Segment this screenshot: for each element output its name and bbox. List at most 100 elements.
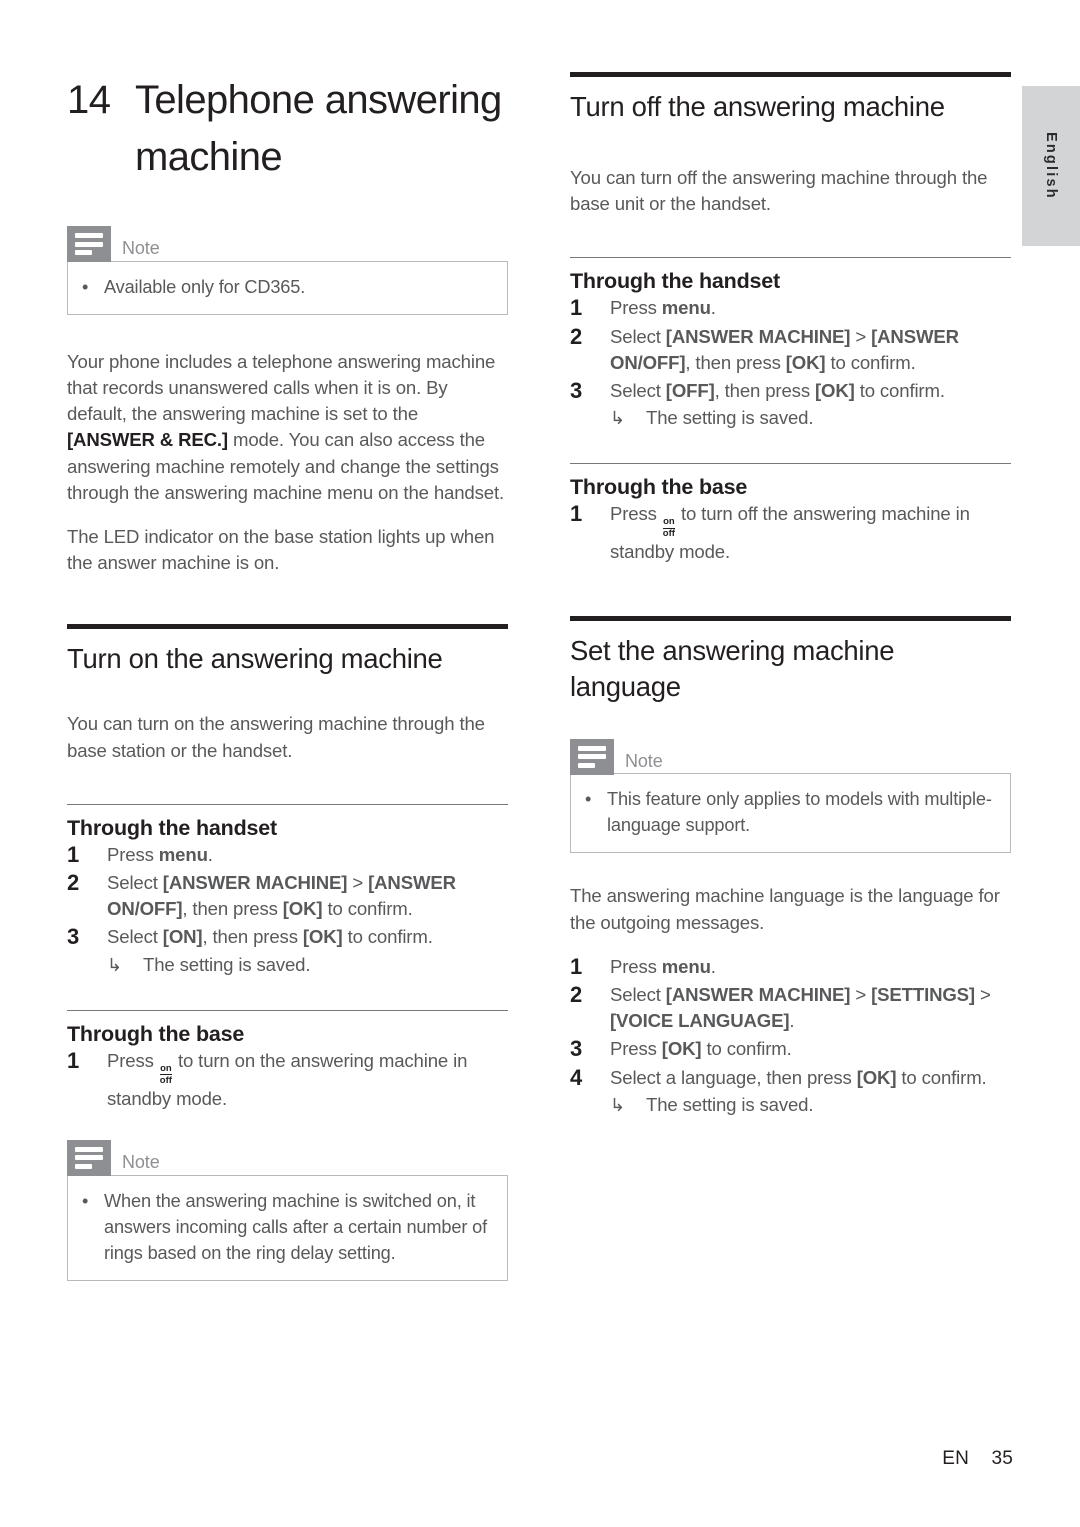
note-list: • Available only for CD365. bbox=[82, 274, 493, 300]
set-language-intro: The answering machine language is the la… bbox=[570, 885, 1000, 933]
voice-language-menu-label: [VOICE LANGUAGE] bbox=[610, 1010, 790, 1032]
on-off-key-bottom: off bbox=[662, 528, 675, 540]
step-pre: Select a language, then press bbox=[610, 1066, 857, 1088]
step-pre: Select bbox=[107, 926, 163, 948]
list-item: 2 Select [ANSWER MACHINE] > [SETTINGS] >… bbox=[570, 982, 1011, 1034]
step-pre: Select bbox=[107, 871, 163, 893]
note-header: Note bbox=[67, 226, 508, 262]
step-post: . bbox=[710, 955, 716, 977]
menu-key-label: menu bbox=[661, 297, 711, 319]
step-text: Press menu. bbox=[610, 295, 1011, 321]
note-body: • This feature only applies to models wi… bbox=[570, 773, 1011, 854]
result-text: The setting is saved. bbox=[143, 953, 311, 975]
section-heading-set-language: Set the answering machine language bbox=[570, 634, 895, 702]
intro-paragraph-1: Your phone includes a telephone answerin… bbox=[67, 349, 508, 506]
step-number: 3 bbox=[570, 1036, 583, 1062]
step-text: Press menu. bbox=[107, 842, 508, 868]
result-text: The setting is saved. bbox=[646, 407, 814, 429]
list-item: 2 Select [ANSWER MACHINE] > [ANSWER ON/O… bbox=[570, 324, 1011, 376]
step-tail: to confirm. bbox=[896, 1066, 987, 1088]
step-pre: Press bbox=[107, 1049, 159, 1071]
chapter-number: 14 bbox=[67, 78, 111, 122]
step-post: . bbox=[207, 843, 213, 865]
section-heading-turn-off: Turn off the answering machine bbox=[570, 91, 945, 122]
bullet-icon: • bbox=[82, 276, 89, 297]
note-label: Note bbox=[122, 238, 160, 258]
list-item: • Available only for CD365. bbox=[82, 274, 493, 300]
note-list: • This feature only applies to models wi… bbox=[585, 786, 996, 838]
list-item: • This feature only applies to models wi… bbox=[585, 786, 996, 838]
step-text: Press on off to turn on the answering mac… bbox=[107, 1048, 508, 1112]
subsection-heading-handset: Through the handset bbox=[67, 815, 277, 840]
subsection-turn-off-base: Through the base bbox=[570, 463, 1011, 501]
subsection-turn-off-handset: Through the handset bbox=[570, 257, 1011, 295]
turn-on-handset-steps: 1 Press menu. 2 Select [ANSWER MACHINE] … bbox=[67, 842, 508, 978]
answer-machine-menu-label: [ANSWER MACHINE] bbox=[665, 983, 851, 1005]
turn-off-intro: You can turn off the answering machine t… bbox=[570, 167, 988, 215]
settings-menu-label: [SETTINGS] bbox=[871, 983, 975, 1005]
on-off-key-top: on bbox=[160, 1062, 172, 1076]
answer-rec-mode-label: [ANSWER & REC.] bbox=[67, 429, 228, 451]
result-arrow-icon: ↳ bbox=[107, 954, 122, 975]
step-tail: to confirm. bbox=[322, 898, 413, 920]
step-number: 1 bbox=[570, 295, 583, 321]
step-result: ↳ The setting is saved. bbox=[610, 1092, 1011, 1118]
note-label: Note bbox=[122, 1151, 160, 1172]
step-number: 2 bbox=[570, 981, 583, 1007]
section-heading-turn-on: Turn on the answering machine bbox=[67, 643, 443, 675]
step-number: 2 bbox=[570, 323, 583, 349]
list-item: 3 Select [ON], then press [OK] to confir… bbox=[67, 924, 508, 977]
answer-machine-menu-label: [ANSWER MACHINE] bbox=[162, 871, 348, 893]
ok-key-label: [OK] bbox=[302, 926, 343, 948]
step-result: ↳ The setting is saved. bbox=[107, 952, 508, 978]
on-off-key-icon: on off bbox=[663, 517, 675, 539]
step-mid: > bbox=[850, 325, 872, 347]
on-off-key-icon: on off bbox=[160, 1062, 172, 1086]
answer-machine-menu-label: [ANSWER MACHINE] bbox=[665, 325, 851, 347]
note-box-turn-on: Note • When the answering machine is swi… bbox=[67, 1139, 508, 1281]
ok-key-label: [OK] bbox=[814, 380, 855, 402]
step-number: 1 bbox=[570, 501, 583, 527]
list-item: 1 Press menu. bbox=[67, 842, 508, 868]
step-number: 3 bbox=[67, 924, 80, 950]
step-number: 4 bbox=[570, 1064, 583, 1090]
note-box-language: Note • This feature only applies to mode… bbox=[570, 738, 1011, 854]
manual-page: English 14 Telephone answering machine N… bbox=[0, 0, 1080, 1527]
step-mid: > bbox=[850, 983, 872, 1005]
step-text: Select [OFF], then press [OK] to confirm… bbox=[610, 378, 1011, 431]
list-item: 2 Select [ANSWER MACHINE] > [ANSWER ON/O… bbox=[67, 870, 508, 922]
step-post: . bbox=[710, 297, 716, 319]
set-language-steps: 1 Press menu. 2 Select [ANSWER MACHINE] … bbox=[570, 954, 1011, 1118]
step-tail: to confirm. bbox=[825, 351, 916, 373]
step-text: Select [ANSWER MACHINE] > [ANSWER ON/OFF… bbox=[107, 870, 508, 922]
ok-key-label: [OK] bbox=[282, 898, 323, 920]
ok-key-label: [OK] bbox=[661, 1038, 702, 1060]
language-tab: English bbox=[1022, 86, 1080, 246]
step-post: , then press bbox=[714, 380, 815, 402]
note-list: • When the answering machine is switched… bbox=[82, 1188, 493, 1266]
list-item: 4 Select a language, then press [OK] to … bbox=[570, 1065, 1011, 1118]
page-number: 35 bbox=[991, 1448, 1013, 1469]
result-arrow-icon: ↳ bbox=[610, 1094, 625, 1115]
bullet-icon: • bbox=[82, 1190, 89, 1211]
step-result: ↳ The setting is saved. bbox=[610, 405, 1011, 431]
section-turn-on: Turn on the answering machine bbox=[67, 624, 508, 677]
subsection-turn-on-handset: Through the handset bbox=[67, 803, 508, 842]
step-text: Press on off to turn off the answering ma… bbox=[610, 501, 1011, 565]
list-item: 3 Select [OFF], then press [OK] to confi… bbox=[570, 378, 1011, 431]
left-column: 14 Telephone answering machine Note • Av… bbox=[67, 0, 508, 1281]
ok-key-label: [OK] bbox=[785, 351, 826, 373]
turn-off-base-steps: 1 Press on off to turn off the answering … bbox=[570, 501, 1011, 565]
off-option-label: [OFF] bbox=[665, 380, 715, 402]
list-item: 1 Press menu. bbox=[570, 295, 1011, 321]
page-title: Telephone answering machine bbox=[135, 78, 502, 179]
step-tail: to confirm. bbox=[342, 926, 433, 948]
turn-off-handset-steps: 1 Press menu. 2 Select [ANSWER MACHINE] … bbox=[570, 295, 1011, 431]
note-icon bbox=[67, 226, 111, 262]
chapter-title-block: 14 Telephone answering machine bbox=[67, 0, 508, 186]
note-header: Note bbox=[570, 738, 1011, 775]
step-post: , then press bbox=[685, 351, 786, 373]
section-set-language: Set the answering machine language bbox=[570, 615, 1011, 705]
step-pre: Press bbox=[610, 1038, 662, 1060]
step-pre: Select bbox=[610, 380, 666, 402]
